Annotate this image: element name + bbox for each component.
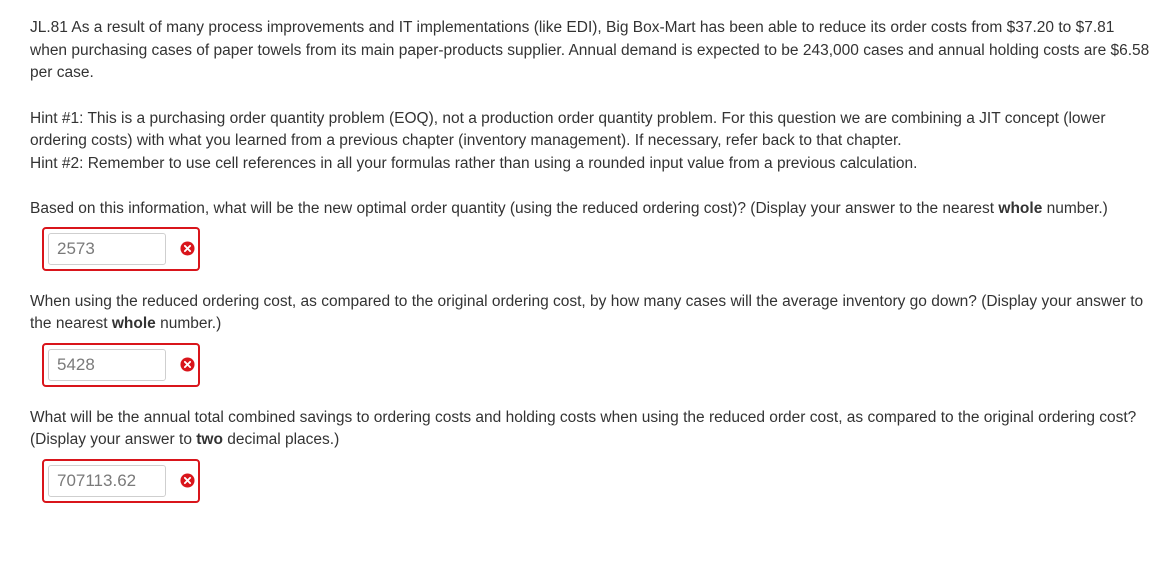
answer-2-container bbox=[42, 342, 200, 387]
question-2-emphasis: whole bbox=[111, 315, 156, 332]
answer-1-input[interactable] bbox=[48, 232, 166, 265]
question-2-text: When using the reduced ordering cost, as… bbox=[30, 291, 1155, 336]
question-1-emphasis: whole bbox=[998, 200, 1043, 217]
hint-2: Hint #2: Remember to use cell references… bbox=[30, 154, 918, 172]
answer-2-input[interactable] bbox=[48, 348, 166, 381]
question-1-text: Based on this information, what will be … bbox=[30, 198, 1155, 221]
question-3-emphasis: two bbox=[196, 431, 223, 448]
question-1-text-after: number.) bbox=[1042, 200, 1108, 217]
question-1-text-before: Based on this information, what will be … bbox=[30, 200, 999, 217]
hint-1: Hint #1: This is a purchasing order quan… bbox=[30, 109, 1106, 150]
incorrect-x-icon bbox=[180, 240, 195, 256]
answer-3-input[interactable] bbox=[48, 464, 166, 497]
answer-3-container bbox=[42, 458, 200, 503]
incorrect-x-icon bbox=[180, 472, 195, 488]
incorrect-x-icon bbox=[180, 356, 195, 372]
question-content: JL.81 As a result of many process improv… bbox=[30, 17, 1155, 503]
hints-block: Hint #1: This is a purchasing order quan… bbox=[30, 108, 1155, 176]
question-3-text: What will be the annual total combined s… bbox=[30, 407, 1155, 452]
question-2-text-after: number.) bbox=[155, 315, 222, 332]
question-3-text-after: decimal places.) bbox=[222, 431, 340, 448]
answer-1-container bbox=[42, 226, 200, 271]
problem-intro: JL.81 As a result of many process improv… bbox=[30, 19, 1150, 81]
